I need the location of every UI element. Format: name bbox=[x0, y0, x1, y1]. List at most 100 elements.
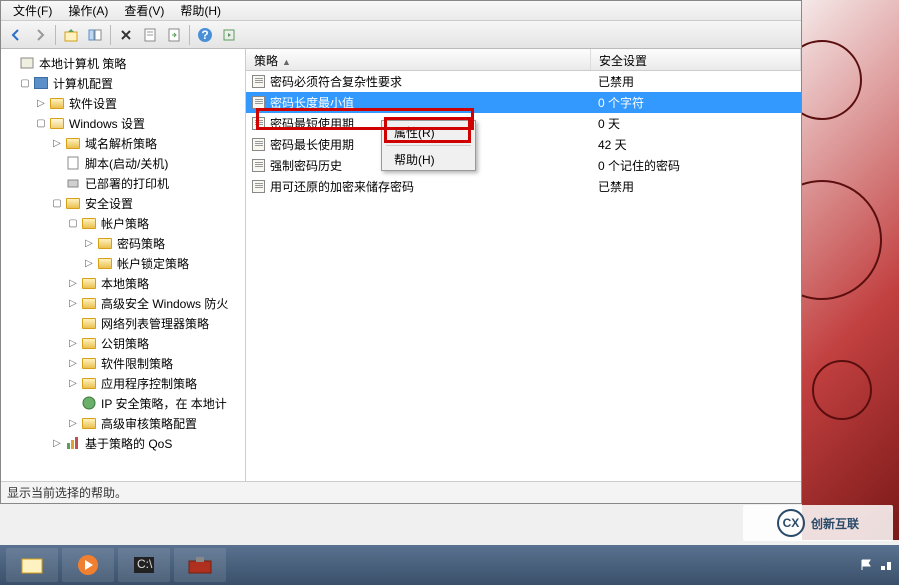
context-separator bbox=[386, 145, 471, 146]
help-button[interactable]: ? bbox=[194, 24, 216, 46]
column-header-policy[interactable]: 策略▲ bbox=[246, 49, 591, 70]
svg-text:?: ? bbox=[201, 28, 208, 42]
tree-network-list[interactable]: 网络列表管理器策略 bbox=[1, 313, 245, 333]
tree-local-policies[interactable]: ▷本地策略 bbox=[1, 273, 245, 293]
tree-label: 软件设置 bbox=[69, 95, 117, 112]
list-row[interactable]: 密码长度最小值 0 个字符 bbox=[246, 92, 801, 113]
tree-security-settings[interactable]: ▢安全设置 bbox=[1, 193, 245, 213]
tray-flag-icon[interactable] bbox=[859, 558, 873, 572]
cell-setting: 已禁用 bbox=[598, 73, 801, 90]
tree-label: 域名解析策略 bbox=[85, 135, 157, 152]
tree-password-policy[interactable]: ▷密码策略 bbox=[1, 233, 245, 253]
taskbar-toolbox-icon[interactable] bbox=[174, 548, 226, 582]
tree-computer-config[interactable]: ▢计算机配置 bbox=[1, 73, 245, 93]
export-button[interactable] bbox=[163, 24, 185, 46]
tree-label: 计算机配置 bbox=[53, 75, 113, 92]
tree-account-policies[interactable]: ▢帐户策略 bbox=[1, 213, 245, 233]
toolbar: ? bbox=[1, 21, 801, 49]
policy-icon bbox=[250, 74, 266, 90]
delete-button[interactable] bbox=[115, 24, 137, 46]
context-help[interactable]: 帮助(H) bbox=[382, 148, 475, 170]
policy-icon bbox=[250, 137, 266, 153]
list-row[interactable]: 密码最长使用期 42 天 bbox=[246, 134, 801, 155]
tree-label: 公钥策略 bbox=[101, 335, 149, 352]
context-properties[interactable]: 属性(R) bbox=[382, 121, 475, 143]
watermark-icon: CX bbox=[777, 509, 805, 537]
list-row[interactable]: 密码必须符合复杂性要求 已禁用 bbox=[246, 71, 801, 92]
list-row[interactable]: 密码最短使用期 0 天 bbox=[246, 113, 801, 134]
tree-label: 应用程序控制策略 bbox=[101, 375, 197, 392]
context-menu: 属性(R) 帮助(H) bbox=[381, 120, 476, 171]
cell-setting: 已禁用 bbox=[598, 178, 801, 195]
tray-network-icon[interactable] bbox=[879, 558, 893, 572]
taskbar-mediaplayer-icon[interactable] bbox=[62, 548, 114, 582]
tree-public-key[interactable]: ▷公钥策略 bbox=[1, 333, 245, 353]
tree-label: 帐户锁定策略 bbox=[117, 255, 189, 272]
tree-windows-firewall[interactable]: ▷高级安全 Windows 防火 bbox=[1, 293, 245, 313]
taskbar-tray[interactable] bbox=[859, 558, 893, 572]
list-header: 策略▲ 安全设置 bbox=[246, 49, 801, 71]
cell-policy: 用可还原的加密来储存密码 bbox=[270, 178, 598, 195]
tree-qos[interactable]: ▷基于策略的 QoS bbox=[1, 433, 245, 453]
show-hide-tree-button[interactable] bbox=[84, 24, 106, 46]
tree-label: Windows 设置 bbox=[69, 115, 145, 132]
tree-label: 高级审核策略配置 bbox=[101, 415, 197, 432]
status-text: 显示当前选择的帮助。 bbox=[7, 484, 127, 501]
tree-label: 高级安全 Windows 防火 bbox=[101, 295, 228, 312]
menu-view[interactable]: 查看(V) bbox=[116, 0, 172, 21]
up-button[interactable] bbox=[60, 24, 82, 46]
tree-name-resolution[interactable]: ▷域名解析策略 bbox=[1, 133, 245, 153]
watermark-logo: CX 创新互联 bbox=[743, 505, 893, 541]
mmc-window: 文件(F) 操作(A) 查看(V) 帮助(H) ? 本地计算机 策略 ▢计算机配… bbox=[0, 0, 802, 504]
taskbar[interactable]: C:\ bbox=[0, 545, 899, 585]
sort-indicator-icon: ▲ bbox=[282, 57, 291, 67]
policy-icon bbox=[250, 116, 266, 132]
tree-app-control[interactable]: ▷应用程序控制策略 bbox=[1, 373, 245, 393]
cell-setting: 0 天 bbox=[598, 115, 801, 132]
tree-label: 脚本(启动/关机) bbox=[85, 155, 168, 172]
tree-software-restrict[interactable]: ▷软件限制策略 bbox=[1, 353, 245, 373]
tree-label: 软件限制策略 bbox=[101, 355, 173, 372]
watermark-text: 创新互联 bbox=[811, 515, 859, 532]
policy-icon bbox=[250, 95, 266, 111]
tree-label: 安全设置 bbox=[85, 195, 133, 212]
taskbar-cmd-icon[interactable]: C:\ bbox=[118, 548, 170, 582]
tree-label: 网络列表管理器策略 bbox=[101, 315, 209, 332]
forward-button[interactable] bbox=[29, 24, 51, 46]
column-header-setting[interactable]: 安全设置 bbox=[591, 49, 801, 70]
tree-root[interactable]: 本地计算机 策略 bbox=[1, 53, 245, 73]
tree-software-settings[interactable]: ▷软件设置 bbox=[1, 93, 245, 113]
tree-deployed-printers[interactable]: 已部署的打印机 bbox=[1, 173, 245, 193]
menu-file[interactable]: 文件(F) bbox=[5, 0, 60, 21]
tree-label: 本地计算机 策略 bbox=[39, 55, 126, 72]
tree-label: 已部署的打印机 bbox=[85, 175, 169, 192]
cell-setting: 0 个字符 bbox=[598, 94, 801, 111]
menu-action[interactable]: 操作(A) bbox=[60, 0, 116, 21]
policy-icon bbox=[250, 158, 266, 174]
list-row[interactable]: 强制密码历史 0 个记住的密码 bbox=[246, 155, 801, 176]
refresh-button[interactable] bbox=[218, 24, 240, 46]
menu-help[interactable]: 帮助(H) bbox=[172, 0, 229, 21]
tree-ip-security[interactable]: IP 安全策略，在 本地计 bbox=[1, 393, 245, 413]
tree-label: 密码策略 bbox=[117, 235, 165, 252]
properties-button[interactable] bbox=[139, 24, 161, 46]
tree-adv-audit[interactable]: ▷高级审核策略配置 bbox=[1, 413, 245, 433]
tree-scripts[interactable]: 脚本(启动/关机) bbox=[1, 153, 245, 173]
cell-policy: 密码长度最小值 bbox=[270, 94, 598, 111]
svg-text:C:\: C:\ bbox=[137, 557, 153, 571]
taskbar-explorer-icon[interactable] bbox=[6, 548, 58, 582]
console-tree[interactable]: 本地计算机 策略 ▢计算机配置 ▷软件设置 ▢Windows 设置 ▷域名解析策… bbox=[1, 49, 246, 481]
back-button[interactable] bbox=[5, 24, 27, 46]
tree-label: 本地策略 bbox=[101, 275, 149, 292]
list-row[interactable]: 用可还原的加密来储存密码 已禁用 bbox=[246, 176, 801, 197]
tree-windows-settings[interactable]: ▢Windows 设置 bbox=[1, 113, 245, 133]
menubar: 文件(F) 操作(A) 查看(V) 帮助(H) bbox=[1, 1, 801, 21]
cell-policy: 密码必须符合复杂性要求 bbox=[270, 73, 598, 90]
cell-setting: 42 天 bbox=[598, 136, 801, 153]
statusbar: 显示当前选择的帮助。 bbox=[1, 481, 801, 503]
policy-icon bbox=[250, 179, 266, 195]
tree-lockout-policy[interactable]: ▷帐户锁定策略 bbox=[1, 253, 245, 273]
cell-setting: 0 个记住的密码 bbox=[598, 157, 801, 174]
result-pane: 策略▲ 安全设置 密码必须符合复杂性要求 已禁用 密码长度最小值 0 个字符 密… bbox=[246, 49, 801, 481]
desktop-wallpaper bbox=[802, 0, 899, 540]
